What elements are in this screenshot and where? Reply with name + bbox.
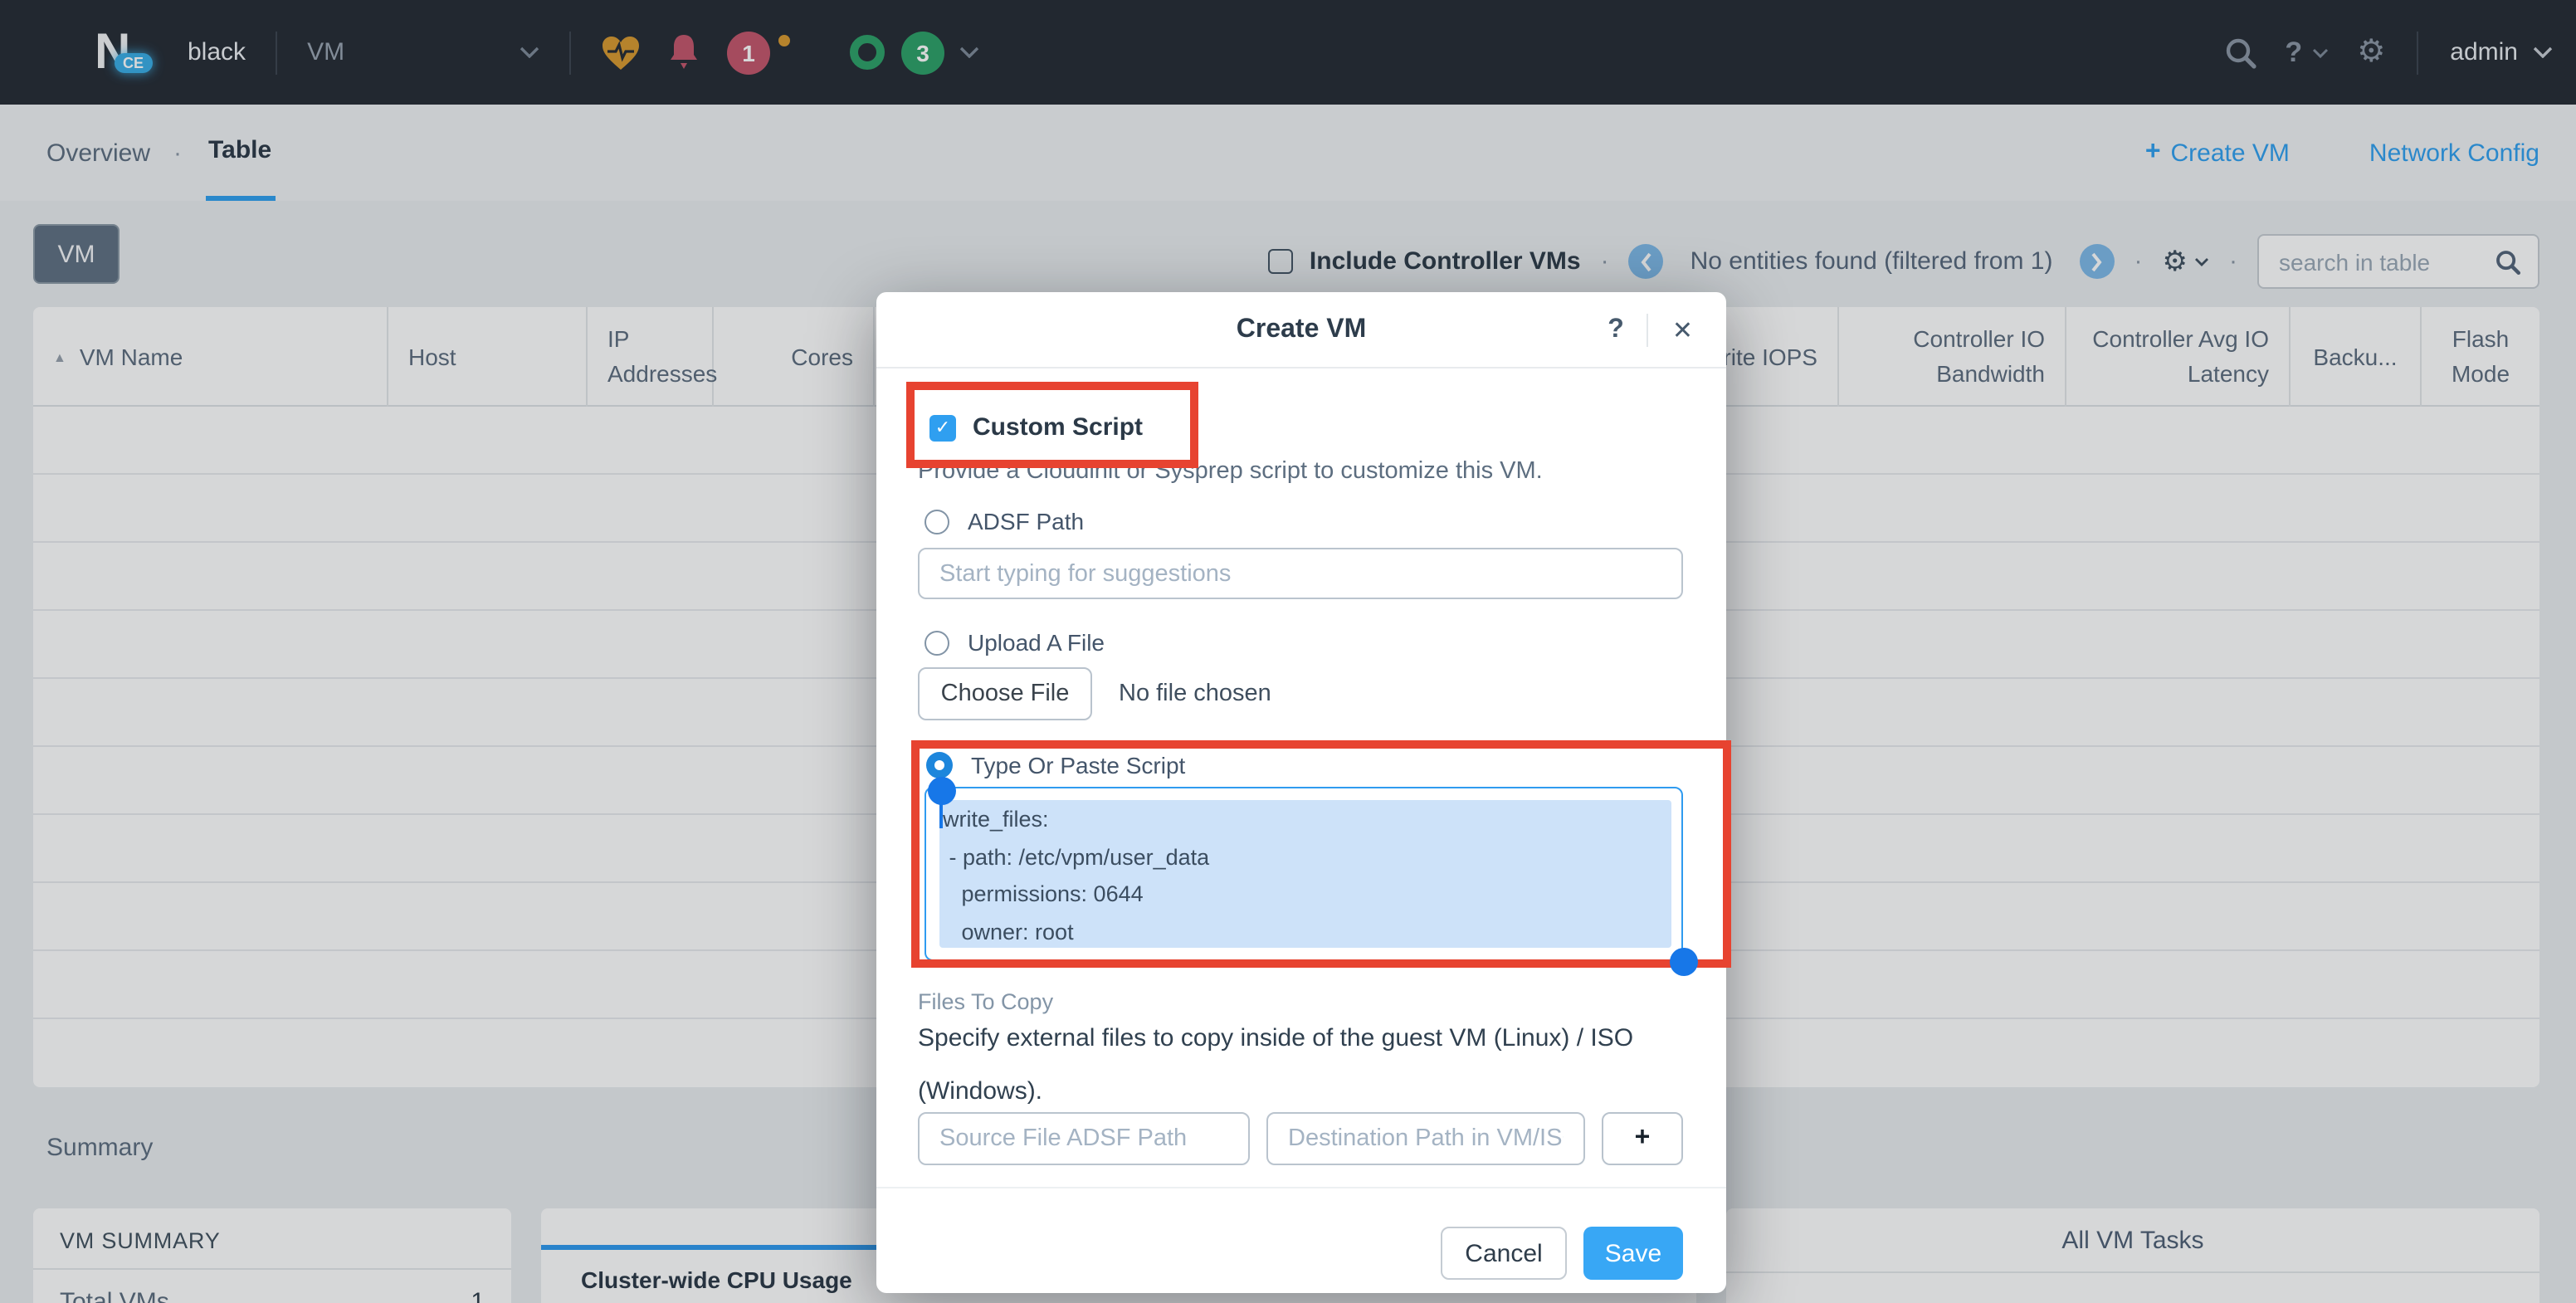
type-paste-label: Type Or Paste Script (971, 752, 1185, 778)
create-vm-modal: Create VM ? ✕ ✓ Custom Script Provide a … (876, 292, 1726, 1293)
custom-script-label: Custom Script (973, 413, 1143, 442)
upload-file-radio[interactable] (925, 630, 949, 655)
modal-header: Create VM ? ✕ (876, 292, 1726, 368)
no-file-chosen-text: No file chosen (1119, 681, 1271, 707)
add-file-row-button[interactable]: + (1602, 1112, 1683, 1165)
upload-file-label: Upload A File (968, 629, 1105, 656)
destination-path-input[interactable] (1266, 1112, 1585, 1165)
type-paste-option: Type Or Paste Script (926, 752, 1185, 778)
adsf-path-input[interactable] (918, 548, 1683, 599)
divider (876, 1187, 1726, 1188)
modal-title: Create VM (876, 292, 1726, 368)
source-file-input[interactable] (918, 1112, 1250, 1165)
cancel-button[interactable]: Cancel (1441, 1227, 1567, 1280)
script-text: write_files: - path: /etc/vpm/user_data … (926, 788, 1681, 951)
selection-handle-start[interactable] (928, 777, 956, 805)
script-textarea[interactable]: write_files: - path: /etc/vpm/user_data … (925, 787, 1683, 961)
modal-help-icon[interactable]: ? (1608, 315, 1624, 345)
custom-script-checkbox[interactable]: ✓ (929, 414, 956, 441)
divider (1647, 314, 1649, 347)
custom-script-description: Provide a Cloudinit or Sysprep script to… (918, 458, 1543, 485)
save-button[interactable]: Save (1583, 1227, 1683, 1280)
adsf-path-label: ADSF Path (968, 508, 1084, 534)
custom-script-row: ✓ Custom Script (929, 413, 1143, 442)
choose-file-button[interactable]: Choose File (918, 667, 1092, 720)
type-paste-radio[interactable] (926, 752, 953, 778)
files-to-copy-label: Files To Copy (918, 989, 1053, 1014)
screen: N CE black VM 1 3 ? ⚙ (0, 0, 2576, 1303)
selection-caret (939, 802, 943, 828)
modal-close-icon[interactable]: ✕ (1672, 315, 1693, 345)
adsf-path-option: ADSF Path (925, 508, 1084, 534)
adsf-path-radio[interactable] (925, 509, 949, 534)
selection-handle-end[interactable] (1670, 948, 1698, 976)
upload-file-option: Upload A File (925, 629, 1105, 656)
files-to-copy-description: Specify external files to copy inside of… (918, 1013, 1698, 1119)
check-icon: ✓ (935, 417, 950, 438)
